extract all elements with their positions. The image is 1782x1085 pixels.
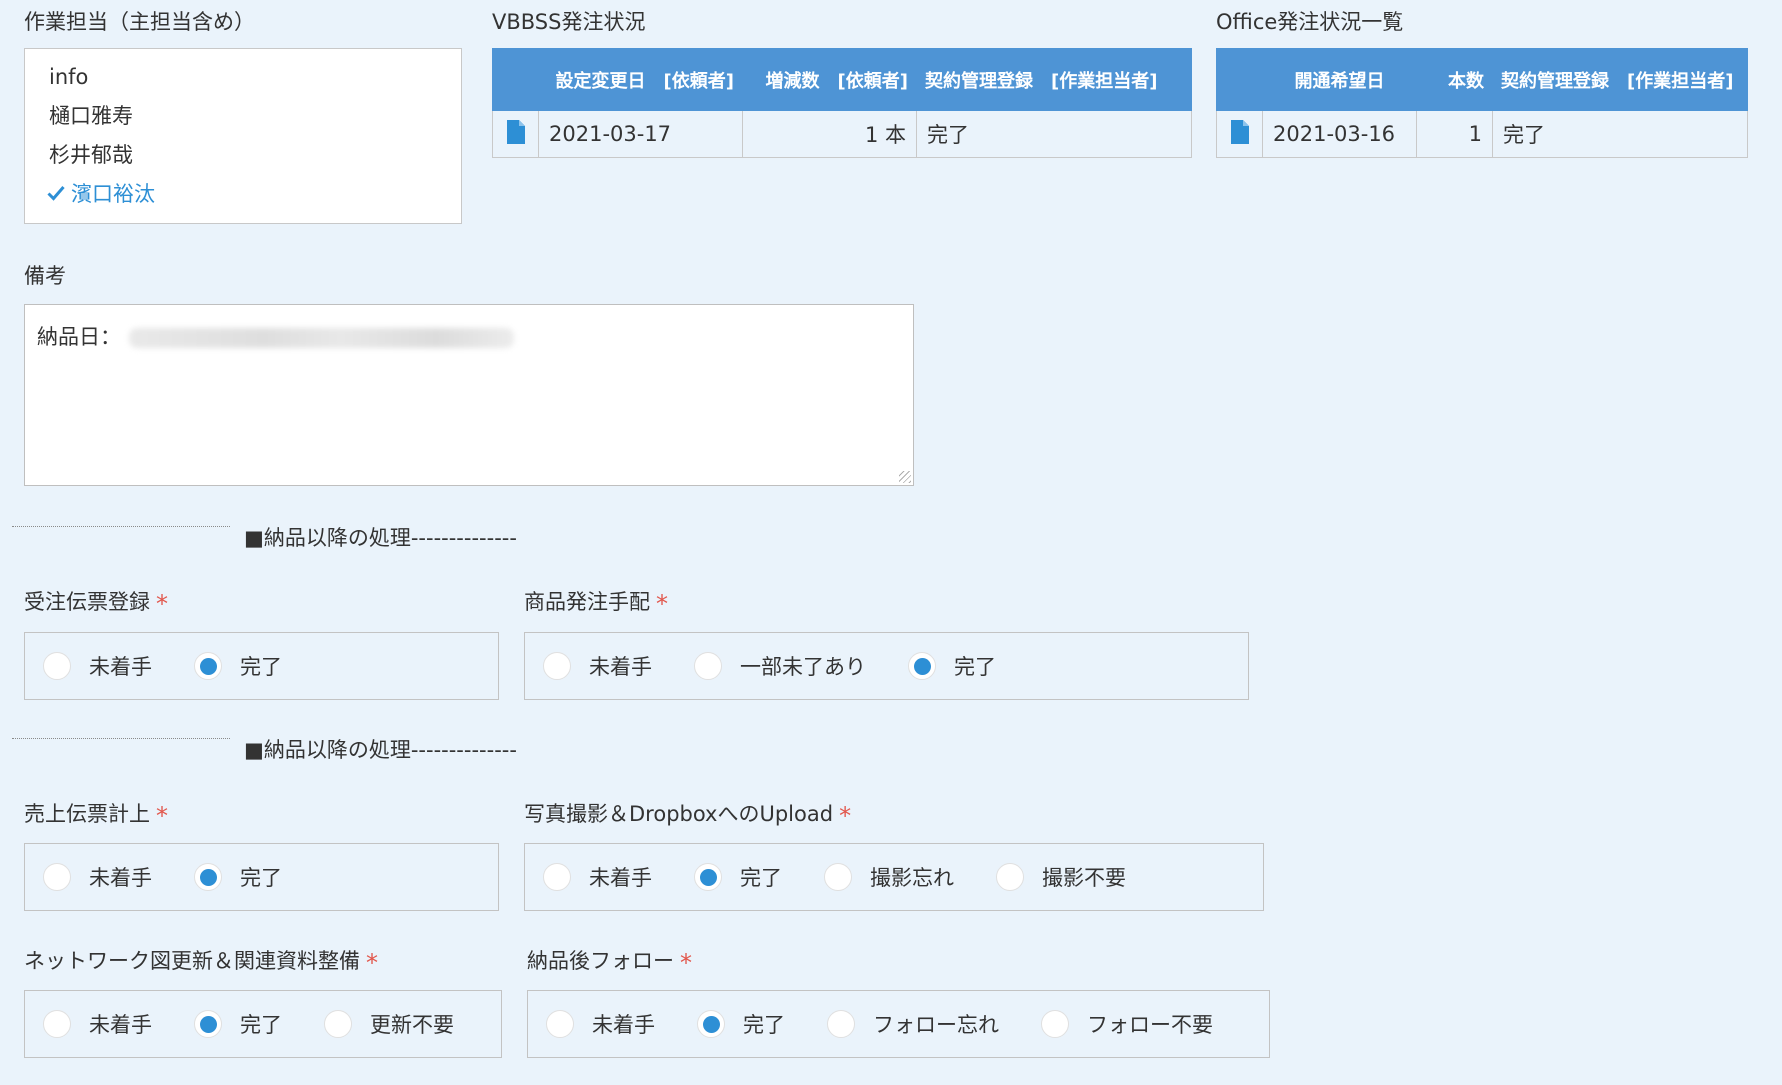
radio-icon [194, 652, 222, 680]
office-header-contract: 契約管理登録 [作業担当者] [1492, 48, 1748, 111]
required-mark: * [680, 949, 692, 977]
office-label: Office発注状況一覧 [1216, 10, 1404, 34]
photo-upload-option-not-started[interactable]: 未着手 [543, 862, 652, 892]
network-map-option-not-started[interactable]: 未着手 [43, 1009, 152, 1039]
sales-slip-radio-group: 未着手 完了 [24, 843, 499, 911]
radio-icon [543, 652, 571, 680]
radio-icon [194, 863, 222, 891]
vbbss-label: VBBSS発注状況 [492, 10, 646, 34]
radio-icon [694, 863, 722, 891]
follow-up-option-done[interactable]: 完了 [697, 1009, 785, 1039]
radio-icon [43, 652, 71, 680]
notes-text: 納品日： [37, 325, 121, 349]
document-icon[interactable] [506, 119, 525, 149]
radio-icon [43, 1010, 71, 1038]
assignee-list[interactable]: info 樋口雅寿 杉井郁哉 濱口裕汰 [24, 48, 462, 224]
radio-icon [1041, 1010, 1069, 1038]
radio-icon [43, 863, 71, 891]
vbbss-header-date: 設定変更日 [依頼者] [538, 48, 743, 111]
vbbss-cell-qty: 1 本 [742, 110, 917, 158]
assignee-item-info[interactable]: info [49, 58, 461, 97]
radio-icon [697, 1010, 725, 1038]
vbbss-header-icon [492, 48, 539, 111]
assignee-item-sugii[interactable]: 杉井郁哉 [49, 136, 461, 175]
product-order-label: 商品発注手配 * [524, 590, 668, 618]
network-map-option-not-needed[interactable]: 更新不要 [324, 1009, 454, 1039]
follow-up-option-not-needed[interactable]: フォロー不要 [1041, 1009, 1213, 1039]
required-mark: * [156, 802, 168, 830]
follow-up-option-not-started[interactable]: 未着手 [546, 1009, 655, 1039]
sales-slip-option-done[interactable]: 完了 [194, 862, 282, 892]
follow-up-option-forgot[interactable]: フォロー忘れ [827, 1009, 999, 1039]
radio-icon [543, 863, 571, 891]
radio-icon [996, 863, 1024, 891]
product-order-radio-group: 未着手 一部未了あり 完了 [524, 632, 1249, 700]
vbbss-header-contract: 契約管理登録 [作業担当者] [916, 48, 1192, 111]
check-icon [47, 175, 67, 214]
assignee-item-hamaguchi[interactable]: 濱口裕汰 [47, 175, 461, 214]
photo-upload-radio-group: 未着手 完了 撮影忘れ 撮影不要 [524, 843, 1264, 911]
section-title: ■納品以降の処理-------------- [244, 738, 517, 762]
vbbss-table: 設定変更日 [依頼者] 増減数 [依頼者] 契約管理登録 [作業担当者] 2021-0… [492, 48, 1192, 158]
required-mark: * [366, 949, 378, 977]
office-cell-date: 2021-03-16 [1262, 110, 1417, 158]
product-order-option-partial[interactable]: 一部未了あり [694, 651, 866, 681]
office-cell-status: 完了 [1492, 110, 1748, 158]
radio-icon [194, 1010, 222, 1038]
table-row: 2021-03-17 1 本 完了 [492, 110, 1192, 158]
photo-upload-label: 写真撮影＆DropboxへのUpload * [524, 802, 852, 830]
redacted-text [129, 328, 514, 348]
notes-textarea[interactable]: 納品日： [24, 304, 914, 486]
product-order-option-not-started[interactable]: 未着手 [543, 651, 652, 681]
product-order-option-done[interactable]: 完了 [908, 651, 996, 681]
sales-slip-label: 売上伝票計上 * [24, 802, 168, 830]
document-icon[interactable] [1230, 119, 1249, 149]
vbbss-header-row: 設定変更日 [依頼者] 増減数 [依頼者] 契約管理登録 [作業担当者] [492, 48, 1192, 111]
office-table: 開通希望日 本数 契約管理登録 [作業担当者] 2021-03-16 1 完了 [1216, 48, 1748, 158]
office-header-date: 開通希望日 [1262, 48, 1417, 111]
section-divider-line [12, 526, 230, 527]
sales-slip-option-not-started[interactable]: 未着手 [43, 862, 152, 892]
follow-up-label: 納品後フォロー * [527, 949, 692, 977]
notes-label: 備考 [24, 264, 66, 288]
resize-grip-icon[interactable] [899, 471, 911, 483]
network-map-radio-group: 未着手 完了 更新不要 [24, 990, 502, 1058]
network-map-label: ネットワーク図更新＆関連資料整備 * [24, 949, 378, 977]
radio-icon [827, 1010, 855, 1038]
office-header-qty: 本数 [1416, 48, 1493, 111]
photo-upload-option-forgot[interactable]: 撮影忘れ [824, 862, 954, 892]
radio-icon [908, 652, 936, 680]
office-header-icon [1216, 48, 1263, 111]
required-mark: * [656, 590, 668, 618]
photo-upload-option-not-needed[interactable]: 撮影不要 [996, 862, 1126, 892]
radio-icon [546, 1010, 574, 1038]
order-slip-radio-group: 未着手 完了 [24, 632, 499, 700]
radio-icon [824, 863, 852, 891]
order-slip-option-done[interactable]: 完了 [194, 651, 282, 681]
section-divider-line [12, 738, 230, 739]
office-header-row: 開通希望日 本数 契約管理登録 [作業担当者] [1216, 48, 1748, 111]
table-row: 2021-03-16 1 完了 [1216, 110, 1748, 158]
radio-icon [694, 652, 722, 680]
network-map-option-done[interactable]: 完了 [194, 1009, 282, 1039]
photo-upload-option-done[interactable]: 完了 [694, 862, 782, 892]
vbbss-cell-date: 2021-03-17 [538, 110, 743, 158]
required-mark: * [839, 802, 852, 830]
radio-icon [324, 1010, 352, 1038]
section-title: ■納品以降の処理-------------- [244, 526, 517, 550]
vbbss-header-qty: 増減数 [依頼者] [742, 48, 917, 111]
vbbss-cell-status: 完了 [916, 110, 1192, 158]
order-slip-label: 受注伝票登録 * [24, 590, 168, 618]
office-cell-qty: 1 [1416, 110, 1493, 158]
follow-up-radio-group: 未着手 完了 フォロー忘れ フォロー不要 [527, 990, 1270, 1058]
required-mark: * [156, 590, 168, 618]
order-slip-option-not-started[interactable]: 未着手 [43, 651, 152, 681]
assignee-label: 作業担当（主担当含め） [24, 10, 255, 34]
assignee-item-higuchi[interactable]: 樋口雅寿 [49, 97, 461, 136]
